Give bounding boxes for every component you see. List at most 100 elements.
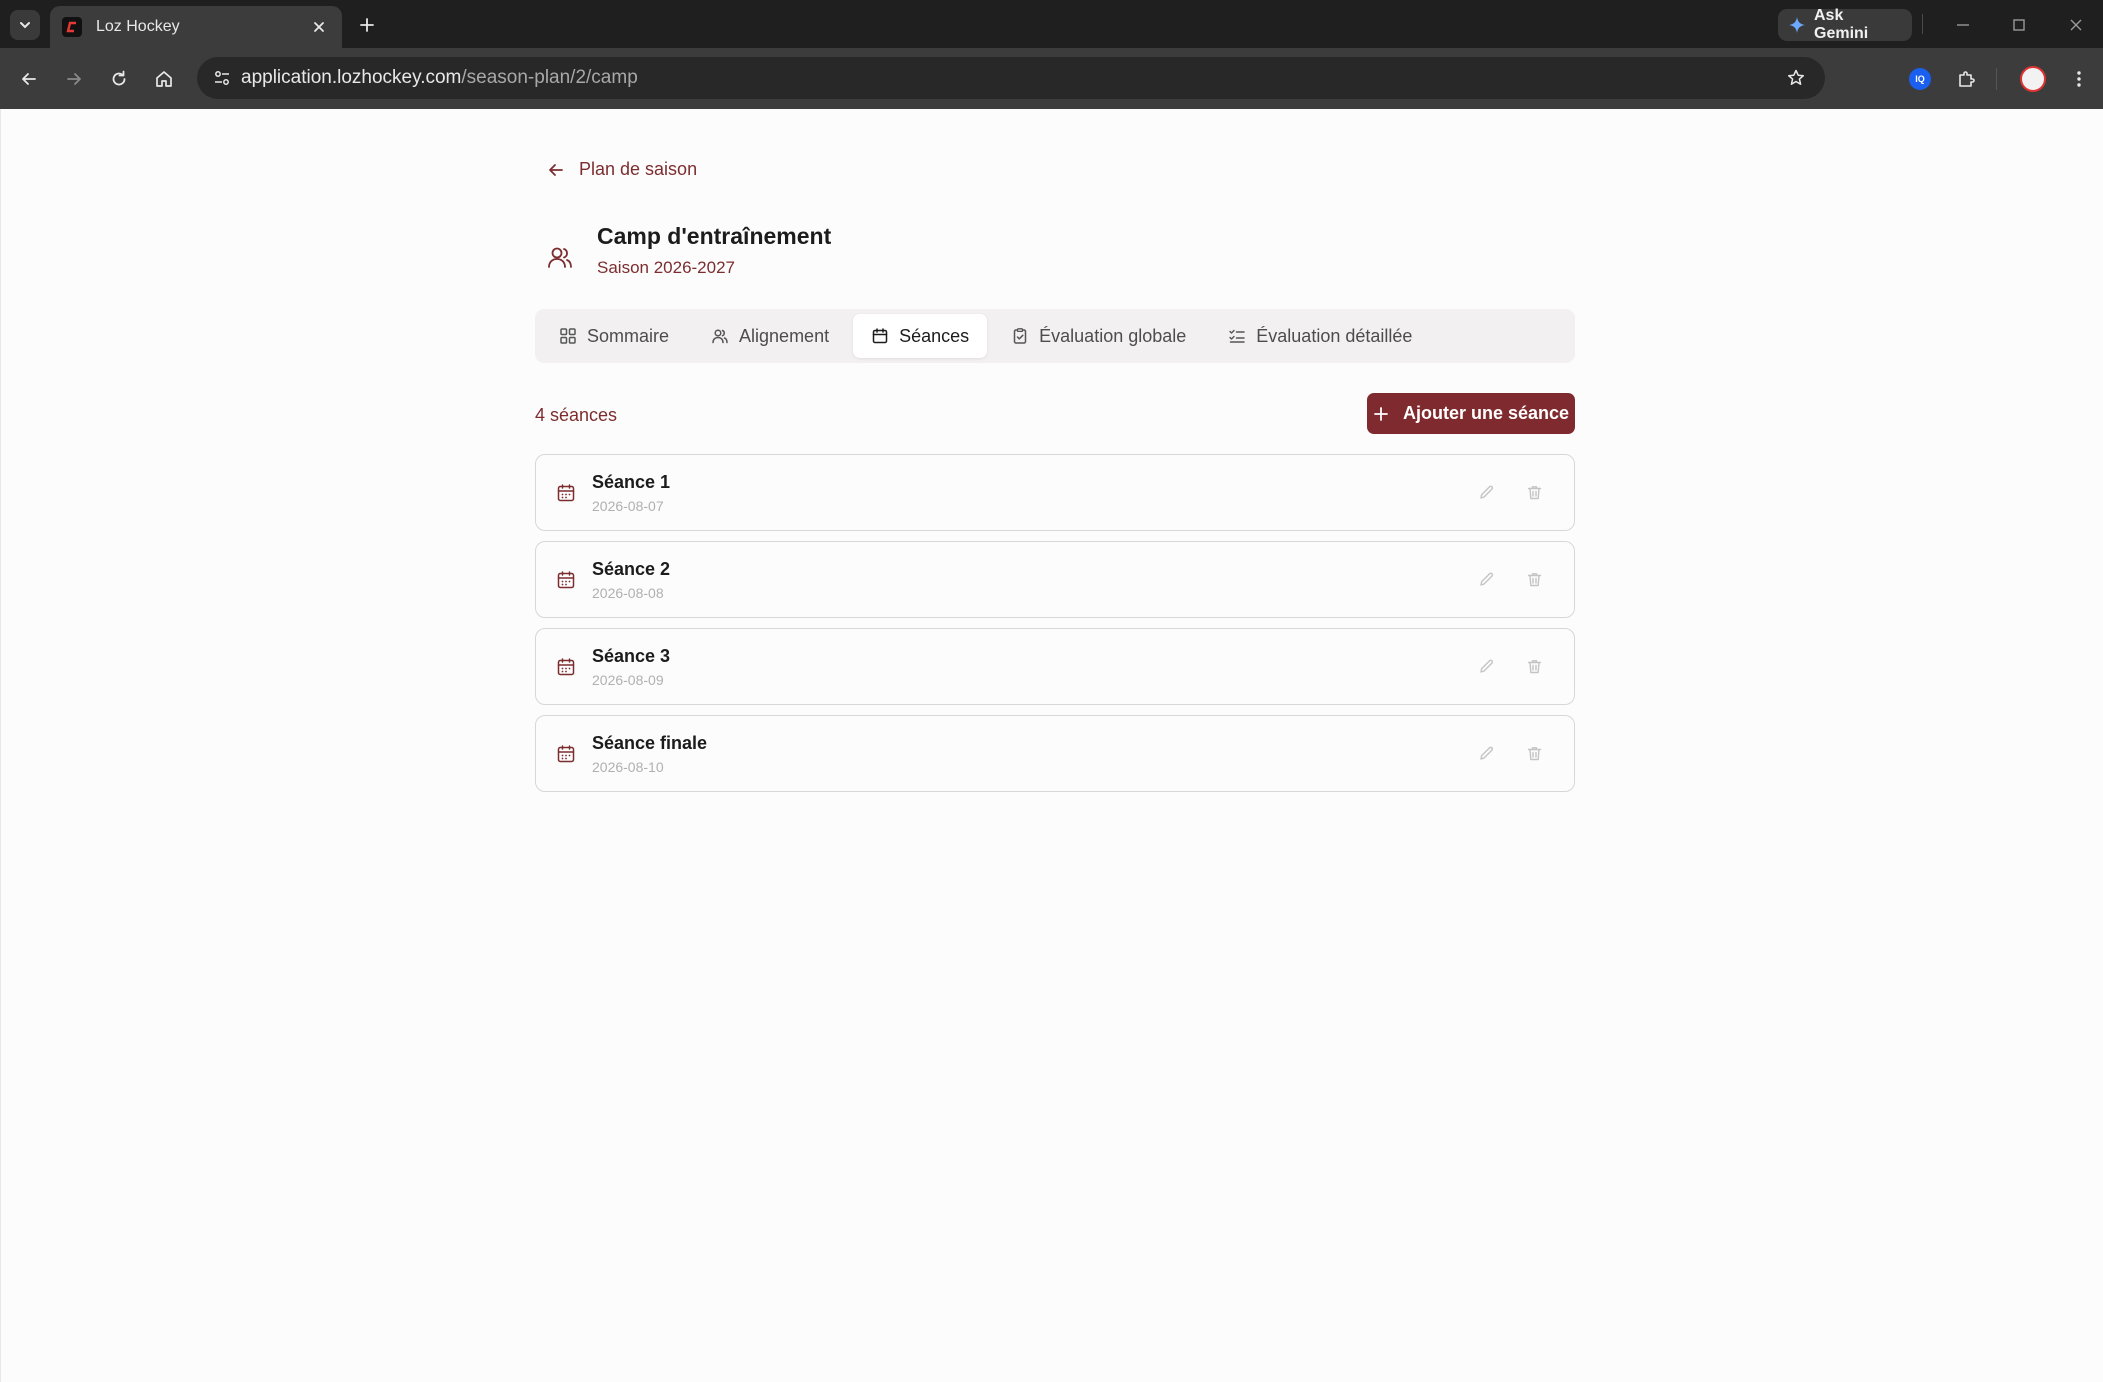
session-name: Séance finale: [592, 732, 708, 753]
home-icon: [156, 71, 172, 87]
tab-evaluation-detaillee[interactable]: Évaluation détaillée: [1210, 314, 1430, 358]
tab-seances[interactable]: Séances: [853, 314, 988, 358]
ask-gemini-button[interactable]: Ask Gemini: [1778, 7, 1912, 42]
toolbar-divider: [1996, 68, 1997, 90]
page-content: Plan de saison Camp d'entraînement Saiso…: [0, 109, 2103, 1382]
session-text: Séance finale 2026-08-10: [592, 733, 707, 775]
edit-session-button[interactable]: [1476, 743, 1496, 763]
home-button[interactable]: [148, 63, 180, 95]
delete-session-button[interactable]: [1524, 482, 1544, 502]
tab-evaluation-globale[interactable]: Évaluation globale: [993, 314, 1204, 358]
plus-icon: [1374, 406, 1388, 421]
calendar-icon: [557, 483, 575, 501]
session-actions: [1476, 656, 1544, 676]
calendar-icon: [872, 328, 888, 344]
url-path: /season-plan/2/camp: [461, 67, 638, 88]
chevron-down-icon: [20, 22, 30, 29]
trash-icon: [1527, 746, 1541, 760]
session-name: Séance 1: [592, 471, 671, 492]
url-host: application.lozhockey.com: [241, 67, 462, 88]
session-date: 2026-08-08: [592, 584, 664, 601]
tab-label: Alignement: [739, 325, 830, 346]
extension-button[interactable]: IQ: [1904, 63, 1936, 95]
trash-icon: [1527, 485, 1541, 499]
session-actions: [1476, 743, 1544, 763]
session-count: 4 séances: [535, 405, 618, 425]
list-item[interactable]: Séance 3 2026-08-09: [535, 628, 1575, 705]
calendar-icon: [557, 570, 575, 588]
new-tab-button[interactable]: [354, 12, 380, 38]
ask-gemini-label: Ask Gemini: [1814, 7, 1869, 42]
gemini-sparkle-icon: [1789, 17, 1805, 33]
extension-badge-icon: IQ: [1909, 68, 1931, 90]
calendar-icon: [557, 744, 575, 762]
session-text: Séance 3 2026-08-09: [592, 646, 670, 688]
address-bar[interactable]: application.lozhockey.com/season-plan/2/…: [197, 57, 1825, 99]
close-icon: [314, 22, 324, 32]
tab-close-button[interactable]: [308, 16, 330, 38]
add-session-button[interactable]: Ajouter une séance: [1367, 393, 1575, 434]
list-item[interactable]: Séance finale 2026-08-10: [535, 715, 1575, 792]
session-date: 2026-08-09: [592, 671, 664, 688]
forward-button[interactable]: [58, 63, 90, 95]
tab-label: Évaluation détaillée: [1256, 325, 1413, 346]
season-subtitle: Saison 2026-2027: [597, 258, 736, 277]
bookmark-button[interactable]: [1781, 63, 1811, 93]
tab-label: Sommaire: [587, 325, 670, 346]
site-info-button[interactable]: [205, 61, 239, 95]
delete-session-button[interactable]: [1524, 569, 1544, 589]
list-item[interactable]: Séance 2 2026-08-08: [535, 541, 1575, 618]
users-icon: [712, 329, 728, 344]
back-to-season-plan-link[interactable]: Plan de saison: [547, 159, 697, 180]
tab-label: Évaluation globale: [1039, 325, 1187, 346]
session-text: Séance 1 2026-08-07: [592, 472, 670, 514]
tab-search-button[interactable]: [10, 10, 40, 40]
minimize-button[interactable]: [1950, 12, 1976, 38]
clipboard-check-icon: [1013, 328, 1027, 344]
session-name: Séance 2: [592, 558, 671, 579]
edit-session-button[interactable]: [1476, 482, 1496, 502]
back-button[interactable]: [13, 63, 45, 95]
session-text: Séance 2 2026-08-08: [592, 559, 670, 601]
section-tabs: Sommaire Alignement Séances Évaluation g…: [535, 309, 1575, 363]
session-actions: [1476, 482, 1544, 502]
browser-toolbar: application.lozhockey.com/season-plan/2/…: [0, 48, 2103, 109]
delete-session-button[interactable]: [1524, 656, 1544, 676]
avatar: [2020, 66, 2046, 92]
close-icon: [2070, 19, 2082, 31]
loz-hockey-favicon-icon: [62, 17, 82, 37]
grid-icon: [560, 328, 576, 344]
browser-tabstrip: Loz Hockey Ask Gemini: [0, 0, 2103, 48]
arrow-left-icon: [22, 73, 36, 85]
trash-icon: [1527, 572, 1541, 586]
extensions-menu-button[interactable]: [1950, 63, 1982, 95]
tab-sommaire[interactable]: Sommaire: [541, 314, 687, 358]
url-text: application.lozhockey.com/season-plan/2/…: [241, 67, 638, 89]
maximize-icon: [2013, 19, 2025, 31]
browser-menu-button[interactable]: [2063, 63, 2095, 95]
trash-icon: [1527, 659, 1541, 673]
more-vertical-icon: [2077, 71, 2081, 87]
tune-icon: [215, 71, 229, 85]
pencil-icon: [1479, 485, 1493, 499]
calendar-icon: [557, 657, 575, 675]
maximize-button[interactable]: [2006, 12, 2032, 38]
users-icon: [548, 247, 572, 268]
reload-button[interactable]: [103, 63, 135, 95]
browser-tab[interactable]: Loz Hockey: [50, 6, 342, 48]
list-item[interactable]: Séance 1 2026-08-07: [535, 454, 1575, 531]
reload-icon: [112, 70, 126, 86]
session-name: Séance 3: [592, 645, 671, 666]
tab-label: Séances: [899, 325, 970, 346]
page-title: Camp d'entraînement: [597, 223, 832, 249]
header-text: Camp d'entraînement Saison 2026-2027: [597, 223, 831, 278]
arrow-left-icon: [549, 163, 563, 176]
close-window-button[interactable]: [2063, 12, 2089, 38]
session-date: 2026-08-07: [592, 497, 664, 514]
edit-session-button[interactable]: [1476, 569, 1496, 589]
plus-icon: [360, 18, 374, 32]
tab-alignement[interactable]: Alignement: [693, 314, 847, 358]
edit-session-button[interactable]: [1476, 656, 1496, 676]
delete-session-button[interactable]: [1524, 743, 1544, 763]
profile-button[interactable]: [2017, 63, 2049, 95]
